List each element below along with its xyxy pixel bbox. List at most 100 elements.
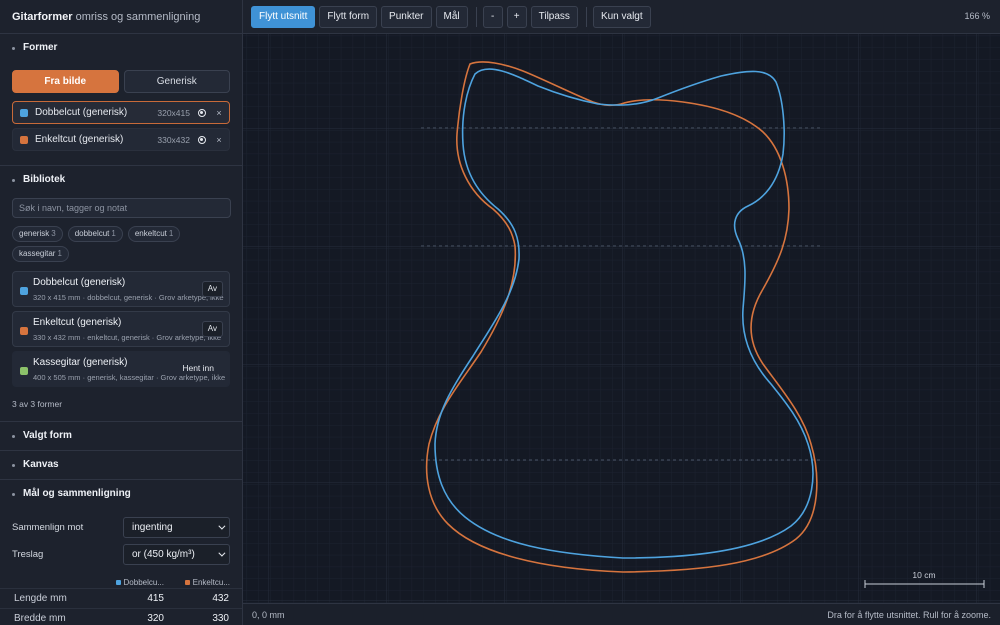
visibility-radio-icon[interactable] [198, 108, 206, 117]
collapse-caret-icon [12, 178, 15, 182]
visibility-radio-icon[interactable] [198, 135, 206, 144]
table-row: Bredde mm 320 330 [0, 608, 242, 625]
canvas-svg: 10 cm [243, 34, 1000, 603]
remove-shape-button[interactable]: × [215, 135, 223, 145]
tag-count: 1 [111, 229, 116, 238]
section-title: Kanvas [23, 459, 59, 470]
tag-chip[interactable]: generisk 3 [12, 226, 63, 242]
section-header-kanvas[interactable]: Kanvas [0, 451, 242, 479]
library-item-meta: 320 x 415 mm · dobbelcut, generisk · Gro… [33, 293, 224, 302]
app-title-bold: Gitarformer [12, 11, 73, 23]
color-swatch [184, 579, 190, 585]
tag-count: 3 [51, 229, 56, 238]
shape-name: Dobbelcut (generisk) [35, 107, 128, 118]
compare-value: ingenting [132, 522, 173, 533]
column-header-b: Enkeltcu... [164, 576, 230, 588]
remove-shape-button[interactable]: × [215, 108, 223, 118]
toolbar: Flytt utsnitt Flytt form Punkter Mål - +… [243, 0, 1000, 34]
from-image-button[interactable]: Fra bilde [12, 70, 119, 93]
color-swatch [115, 579, 121, 585]
toggle-off-button[interactable]: Av [201, 321, 223, 337]
library-item-title: Kassegitar (generisk) [33, 357, 128, 368]
row-label: Bredde mm [14, 613, 66, 624]
toolbar-divider [475, 6, 477, 27]
section-header-valgt-form[interactable]: Valgt form [0, 422, 242, 450]
generic-button[interactable]: Generisk [123, 70, 230, 93]
zoom-level: 166 % [964, 11, 990, 21]
wood-value: or (450 kg/m³) [132, 549, 195, 560]
collapse-caret-icon [12, 492, 15, 496]
fit-button[interactable]: Tilpass [530, 5, 578, 28]
sidebar: Gitarformer omriss og sammenligning Form… [0, 0, 243, 625]
section-bibliotek: Bibliotek generisk3 dobbelcut1 enkeltcut… [0, 166, 242, 422]
tag-label: enkeltcut [134, 229, 167, 238]
column-a-label: Dobbelcu... [123, 577, 164, 587]
load-button[interactable]: Hent inn [177, 361, 219, 377]
compare-select[interactable]: ingenting [123, 517, 230, 538]
measure-button[interactable]: Mål [435, 5, 468, 28]
section-header-bibliotek[interactable]: Bibliotek [0, 166, 242, 194]
tag-count: 1 [168, 229, 174, 238]
section-kanvas: Kanvas [0, 451, 242, 480]
move-view-button[interactable]: Flytt utsnitt [251, 5, 316, 28]
tag-chip[interactable]: kassegitar 1 [12, 246, 69, 262]
source-toggle: Fra bilde Generisk [0, 62, 242, 99]
status-bar: 0, 0 mm Dra for å flytte utsnittet. Rull… [243, 603, 1000, 625]
library-search-input[interactable] [12, 198, 231, 218]
color-swatch [20, 108, 28, 117]
toolbar-divider [585, 6, 587, 27]
column-b-label: Enkeltcu... [192, 577, 230, 587]
tag-list: generisk 3 dobbelcut 1 enkeltcut 1 kassegit… [0, 226, 230, 262]
section-title: Mål og sammenligning [23, 488, 131, 499]
library-item-meta: 330 x 432 mm · enkeltcut, generisk · Gro… [33, 333, 221, 342]
points-button[interactable]: Punkter [381, 5, 432, 28]
tag-chip[interactable]: enkeltcut 1 [127, 226, 181, 242]
shape-size: 320x415 [157, 107, 190, 118]
color-swatch [20, 367, 28, 375]
zoom-in-button[interactable]: + [506, 5, 527, 28]
shape-size: 330x432 [157, 134, 190, 145]
library-item-enkeltcut[interactable]: Enkeltcut (generisk) 330 x 432 mm · enke… [12, 311, 230, 347]
status-hint: Dra for å flytte utsnittet. Rull for å z… [827, 609, 991, 620]
collapse-caret-icon [12, 434, 15, 438]
column-header-a: Dobbelcu... [112, 576, 164, 588]
collapse-caret-icon [12, 46, 15, 50]
section-title: Former [23, 42, 58, 53]
wood-select[interactable]: or (450 kg/m³) [123, 544, 230, 565]
cursor-coordinates: 0, 0 mm [252, 609, 285, 620]
tag-label: generisk [19, 229, 50, 238]
compare-label: Sammenlign mot [12, 522, 84, 533]
grid [243, 34, 1000, 603]
zoom-out-button[interactable]: - [482, 5, 503, 28]
shape-row-enkeltcut[interactable]: Enkeltcut (generisk) 330x432 × [12, 128, 230, 151]
collapse-caret-icon [12, 463, 15, 467]
shape-row-dobbelcut[interactable]: Dobbelcut (generisk) 320x415 × [12, 101, 230, 124]
value-a: 415 [147, 593, 164, 604]
color-swatch [20, 327, 28, 335]
toggle-off-button[interactable]: Av [201, 281, 223, 297]
drawing-canvas[interactable]: 10 cm [243, 34, 1000, 603]
value-b: 432 [212, 593, 229, 604]
section-valgt-form: Valgt form [0, 422, 242, 451]
color-swatch [20, 135, 28, 144]
library-item-kassegitar[interactable]: Kassegitar (generisk) 400 x 505 mm · gen… [12, 351, 230, 387]
tag-chip[interactable]: dobbelcut 1 [67, 226, 123, 242]
tag-label: kassegitar [19, 249, 56, 258]
library-item-dobbelcut[interactable]: Dobbelcut (generisk) 320 x 415 mm · dobb… [12, 271, 230, 307]
library-item-title: Dobbelcut (generisk) [33, 277, 126, 288]
app-title: Gitarformer omriss og sammenligning [0, 0, 242, 34]
tag-count: 1 [57, 249, 62, 258]
color-swatch [20, 287, 28, 295]
move-shape-button[interactable]: Flytt form [319, 5, 378, 28]
section-header-former[interactable]: Former [0, 34, 242, 62]
section-header-maal[interactable]: Mål og sammenligning [0, 480, 242, 508]
tag-label: dobbelcut [74, 229, 110, 238]
library-item-title: Enkeltcut (generisk) [33, 317, 122, 328]
chevron-down-icon [218, 549, 226, 557]
shape-name: Enkeltcut (generisk) [35, 134, 124, 145]
chevron-down-icon [218, 522, 226, 530]
library-count: 3 av 3 former [12, 399, 63, 409]
row-label: Lengde mm [14, 593, 67, 604]
section-title: Valgt form [23, 430, 72, 441]
only-selected-button[interactable]: Kun valgt [592, 5, 651, 28]
